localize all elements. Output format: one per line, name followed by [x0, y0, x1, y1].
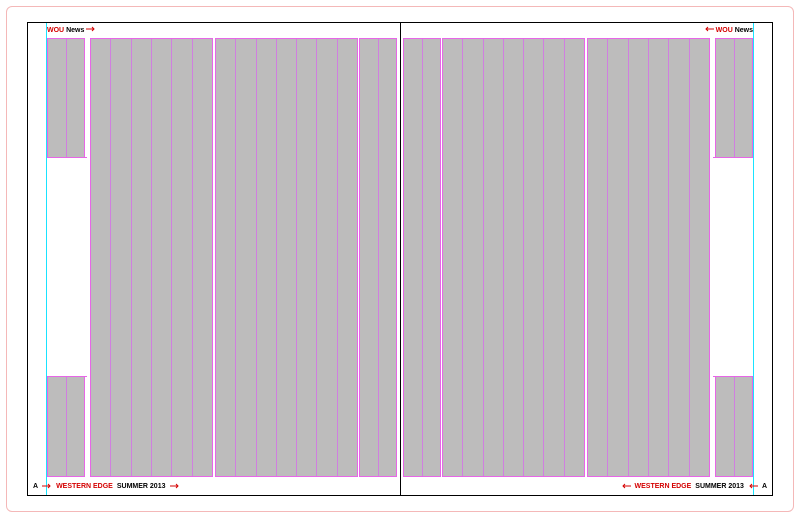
page-number: A [33, 483, 38, 490]
arrow-left-icon [704, 26, 714, 32]
running-footer-right: A SUMMER 2013 WESTERN EDGE [621, 483, 768, 490]
arrow-right-icon [86, 26, 96, 32]
publication-name: WESTERN EDGE [56, 483, 113, 490]
right-page: WOU News A SUMMER 2013 WESTERN [401, 23, 773, 495]
issue-label: SUMMER 2013 [695, 483, 744, 490]
text-frame-sidebar[interactable] [715, 38, 753, 477]
text-frame-gutter[interactable] [359, 38, 397, 477]
text-frame-sidebar[interactable] [47, 38, 85, 477]
publication-name: WESTERN EDGE [635, 483, 692, 490]
content-area-right [407, 38, 754, 477]
margin-guide-right [753, 23, 754, 495]
content-area-left [47, 38, 394, 477]
frame-gap [713, 157, 753, 377]
text-frame-col1[interactable] [587, 38, 710, 477]
arrow-right-icon [170, 483, 180, 489]
text-frame-gutter[interactable] [403, 38, 441, 477]
arrow-left-icon [621, 483, 631, 489]
page-spread: WOU News A WE [27, 22, 773, 496]
running-header-left: WOU News [47, 27, 96, 34]
header-section: News [66, 27, 84, 34]
text-frame-col2[interactable] [215, 38, 358, 477]
text-frame-col2[interactable] [442, 38, 585, 477]
left-page: WOU News A WE [28, 23, 401, 495]
page-number: A [762, 483, 767, 490]
header-brand: WOU [716, 27, 733, 34]
running-header-right: WOU News [704, 27, 753, 34]
text-frame-col1[interactable] [90, 38, 213, 477]
arrow-left-icon [748, 483, 758, 489]
issue-label: SUMMER 2013 [117, 483, 166, 490]
header-brand: WOU [47, 27, 64, 34]
header-section: News [735, 27, 753, 34]
running-footer-left: A WESTERN EDGE SUMMER 2013 [33, 483, 180, 490]
arrow-right-icon [42, 483, 52, 489]
frame-gap [47, 157, 87, 377]
